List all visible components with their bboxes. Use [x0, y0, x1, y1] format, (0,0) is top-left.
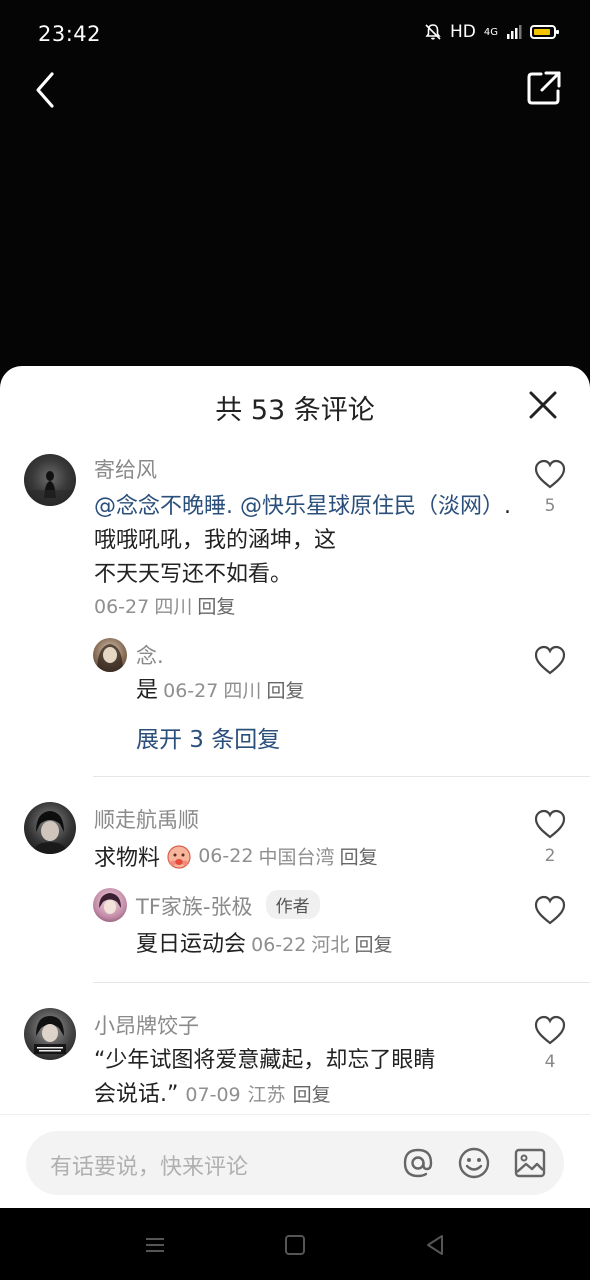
avatar[interactable]	[93, 638, 127, 672]
comment-sheet: 共 53 条评论 寄给风 @念念不晚睡. @快乐星球原住民（淡网）. 哦哦吼吼，…	[0, 366, 590, 1208]
network-label: HD	[450, 22, 476, 42]
battery-icon	[530, 25, 559, 39]
author-badge: 作者	[265, 890, 320, 919]
comment-text-part: 会说话.”	[94, 1082, 179, 1107]
like-count: 5	[544, 496, 556, 516]
image-icon[interactable]	[512, 1145, 548, 1181]
comment-item[interactable]: 顺走航禹顺 求物料 06-22 中国台湾 回复 2 TF家族-张极 作者 夏日运…	[0, 800, 590, 980]
reply-line: 是 06-27 四川 回复	[136, 672, 305, 704]
reply-button[interactable]: 回复	[197, 596, 235, 618]
heart-icon[interactable]	[533, 644, 567, 676]
comment-date: 06-22	[198, 845, 254, 867]
comment-username[interactable]: 小昂牌饺子	[94, 1010, 199, 1040]
avatar-face	[97, 644, 123, 672]
heart-icon[interactable]	[533, 458, 567, 490]
comment-username[interactable]: 寄给风	[94, 454, 157, 484]
comment-item[interactable]: 小昂牌饺子 “少年试图将爱意藏起，却忘了眼睛 会说话.” 07-09 江苏 回复…	[0, 1006, 590, 1116]
comment-input-bar: 有话要说，快来评论	[0, 1114, 590, 1208]
avatar-face	[99, 893, 121, 914]
reply-location: 河北	[311, 934, 350, 956]
status-bar: 23:42 HD 4G	[0, 0, 590, 70]
comment-item[interactable]: 寄给风 @念念不晚睡. @快乐星球原住民（淡网）. 哦哦吼吼，我的涵坤，这 不天…	[0, 450, 590, 780]
expand-replies-button[interactable]: 展开 3 条回复	[136, 720, 280, 754]
reply-username[interactable]: 念.	[136, 640, 164, 670]
comment-meta: 06-27 四川 回复	[94, 592, 235, 619]
mention-link[interactable]: @快乐星球原住民（淡网）	[240, 494, 504, 519]
author-reply-header: TF家族-张极 作者	[136, 890, 320, 921]
avatar[interactable]	[24, 454, 76, 506]
avatar-face	[34, 1016, 66, 1054]
signal-label: 4G	[483, 26, 498, 38]
avatar-face	[32, 811, 68, 854]
comment-input-placeholder: 有话要说，快来评论	[50, 1155, 249, 1180]
comment-text: @念念不晚睡. @快乐星球原住民（淡网）. 哦哦吼吼，我的涵坤，这 不天天写还不…	[94, 490, 514, 592]
emoji-icon[interactable]	[456, 1145, 492, 1181]
comment-count-title: 共 53 条评论	[215, 395, 375, 426]
reply-date: 06-22	[251, 934, 307, 956]
avatar-silhouette	[24, 471, 76, 506]
at-icon[interactable]	[400, 1145, 436, 1181]
emoji-sticker-icon	[167, 845, 191, 869]
close-icon[interactable]	[526, 388, 560, 422]
chevron-left-icon[interactable]	[28, 68, 68, 112]
avatar[interactable]	[93, 888, 127, 922]
mention-link[interactable]: @念念不晚睡.	[94, 494, 233, 519]
comment-location: 江苏	[247, 1084, 286, 1106]
signal-icon	[507, 25, 522, 39]
divider	[93, 982, 590, 983]
share-icon[interactable]	[524, 68, 564, 108]
reply-text: 是	[136, 678, 159, 703]
comment-text-part: “少年试图将爱意藏起，却忘了眼睛	[94, 1048, 436, 1073]
comment-location: 四川	[154, 596, 193, 618]
heart-icon[interactable]	[533, 894, 567, 926]
reply-date: 06-27	[163, 680, 219, 702]
reply-button[interactable]: 回复	[340, 847, 378, 869]
status-icons: HD 4G	[424, 22, 559, 42]
system-nav-bar	[0, 1208, 590, 1280]
like-count: 2	[544, 846, 556, 866]
comment-input[interactable]: 有话要说，快来评论	[26, 1131, 564, 1195]
avatar[interactable]	[24, 802, 76, 854]
reply-text: 夏日运动会	[136, 932, 247, 957]
comment-username[interactable]: 顺走航禹顺	[94, 804, 199, 834]
comment-location: 中国台湾	[258, 846, 335, 869]
comment-text: 求物料	[94, 846, 161, 871]
comment-date: 07-09	[185, 1084, 241, 1106]
reply-button[interactable]: 回复	[267, 680, 305, 702]
mute-bell-icon	[425, 24, 441, 40]
back-nav-icon[interactable]	[422, 1232, 448, 1258]
comment-date: 06-27	[94, 596, 150, 618]
status-time: 23:42	[38, 22, 102, 46]
heart-icon[interactable]	[533, 808, 567, 840]
reply-button[interactable]: 回复	[355, 934, 393, 956]
reply-location: 四川	[223, 680, 262, 702]
reply-line: 夏日运动会 06-22 河北 回复	[136, 926, 393, 958]
home-icon[interactable]	[282, 1232, 308, 1258]
comment-text: “少年试图将爱意藏起，却忘了眼睛 会说话.” 07-09 江苏 回复	[94, 1044, 524, 1112]
menu-icon[interactable]	[142, 1232, 168, 1258]
divider	[93, 776, 590, 777]
avatar[interactable]	[24, 1008, 76, 1060]
reply-username[interactable]: TF家族-张极	[136, 895, 252, 919]
comment-line: 求物料 06-22 中国台湾 回复	[94, 840, 378, 872]
like-count: 4	[544, 1052, 556, 1072]
reply-button[interactable]: 回复	[293, 1084, 331, 1106]
comment-text-part: 不天天写还不如看。	[94, 562, 293, 587]
heart-icon[interactable]	[533, 1014, 567, 1046]
